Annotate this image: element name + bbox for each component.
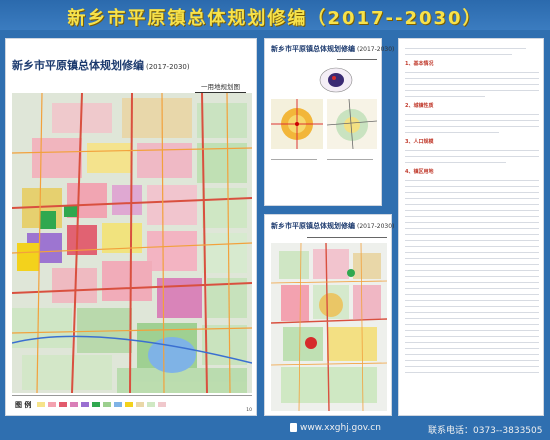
section-heading: 1、基本情况	[405, 61, 434, 67]
legend-swatch	[37, 402, 46, 407]
page-title: 新乡市平原镇总体规划修编（2017--2030）	[67, 8, 483, 29]
land-use-plan-panel: 新乡市平原镇总体规划修编 (2017-2030) 一用地规划图 图 例 10	[5, 38, 257, 416]
legend-swatch	[147, 402, 156, 407]
facilities-map	[271, 243, 387, 411]
section-heading: 2、城镇性质	[405, 103, 434, 109]
legend-swatch	[81, 402, 90, 407]
legend-swatch	[103, 402, 112, 407]
regional-map-right	[327, 99, 377, 149]
section-heading: 3、人口规模	[405, 139, 434, 145]
left-panel-subtitle: 一用地规划图	[195, 81, 246, 93]
planning-text-panel: 1、基本情况 2、城镇性质 3、人口规模 4、镇区用地	[398, 38, 544, 416]
legend-swatch	[92, 402, 101, 407]
phone-logo-icon	[290, 423, 297, 432]
header-banner: 新乡市平原镇总体规划修编（2017--2030）	[0, 0, 550, 30]
mid-bottom-title: 新乡市平原镇总体规划修编 (2017-2030)	[271, 221, 394, 231]
legend-swatch	[125, 402, 134, 407]
left-panel-years: (2017-2030)	[146, 63, 190, 71]
mid-bottom-years: (2017-2030)	[357, 223, 395, 230]
regional-map-left	[271, 99, 323, 149]
legend-swatch	[59, 402, 68, 407]
page-number: 10	[246, 408, 252, 413]
mid-bottom-underline	[307, 237, 387, 238]
legend-swatch	[48, 402, 57, 407]
mid-top-title-text: 新乡市平原镇总体规划修编	[271, 45, 355, 53]
map-legend: 图 例	[12, 395, 252, 413]
mid-bottom-title-text: 新乡市平原镇总体规划修编	[271, 222, 355, 230]
legend-swatch	[114, 402, 123, 407]
mid-top-title: 新乡市平原镇总体规划修编 (2017-2030)	[271, 44, 394, 54]
legend-swatch	[70, 402, 79, 407]
water-blob-icon	[319, 67, 353, 93]
legend-swatch	[158, 402, 167, 407]
section-heading: 4、镇区用地	[405, 169, 434, 175]
legend-swatch	[136, 402, 145, 407]
contact-phone: 联系电话：0373--3833505	[428, 426, 543, 436]
planning-text: 1、基本情况 2、城镇性质 3、人口规模 4、镇区用地	[405, 43, 539, 411]
left-panel-title: 新乡市平原镇总体规划修编 (2017-2030)	[12, 57, 190, 73]
left-panel-title-text: 新乡市平原镇总体规划修编	[12, 59, 144, 72]
mid-top-underline	[337, 59, 377, 60]
public-facilities-panel: 新乡市平原镇总体规划修编 (2017-2030)	[264, 214, 394, 416]
footer: www.xxghj.gov.cn 联系电话：0373--3833505	[0, 418, 550, 440]
location-analysis-panel: 新乡市平原镇总体规划修编 (2017-2030)	[264, 38, 394, 206]
website-url[interactable]: www.xxghj.gov.cn	[300, 423, 381, 433]
legend-label: 图 例	[15, 400, 32, 409]
mid-top-years: (2017-2030)	[357, 46, 395, 53]
land-use-map-image	[12, 93, 252, 393]
caption-rule	[327, 159, 373, 160]
caption-rule	[271, 159, 317, 160]
land-use-map	[12, 93, 252, 393]
